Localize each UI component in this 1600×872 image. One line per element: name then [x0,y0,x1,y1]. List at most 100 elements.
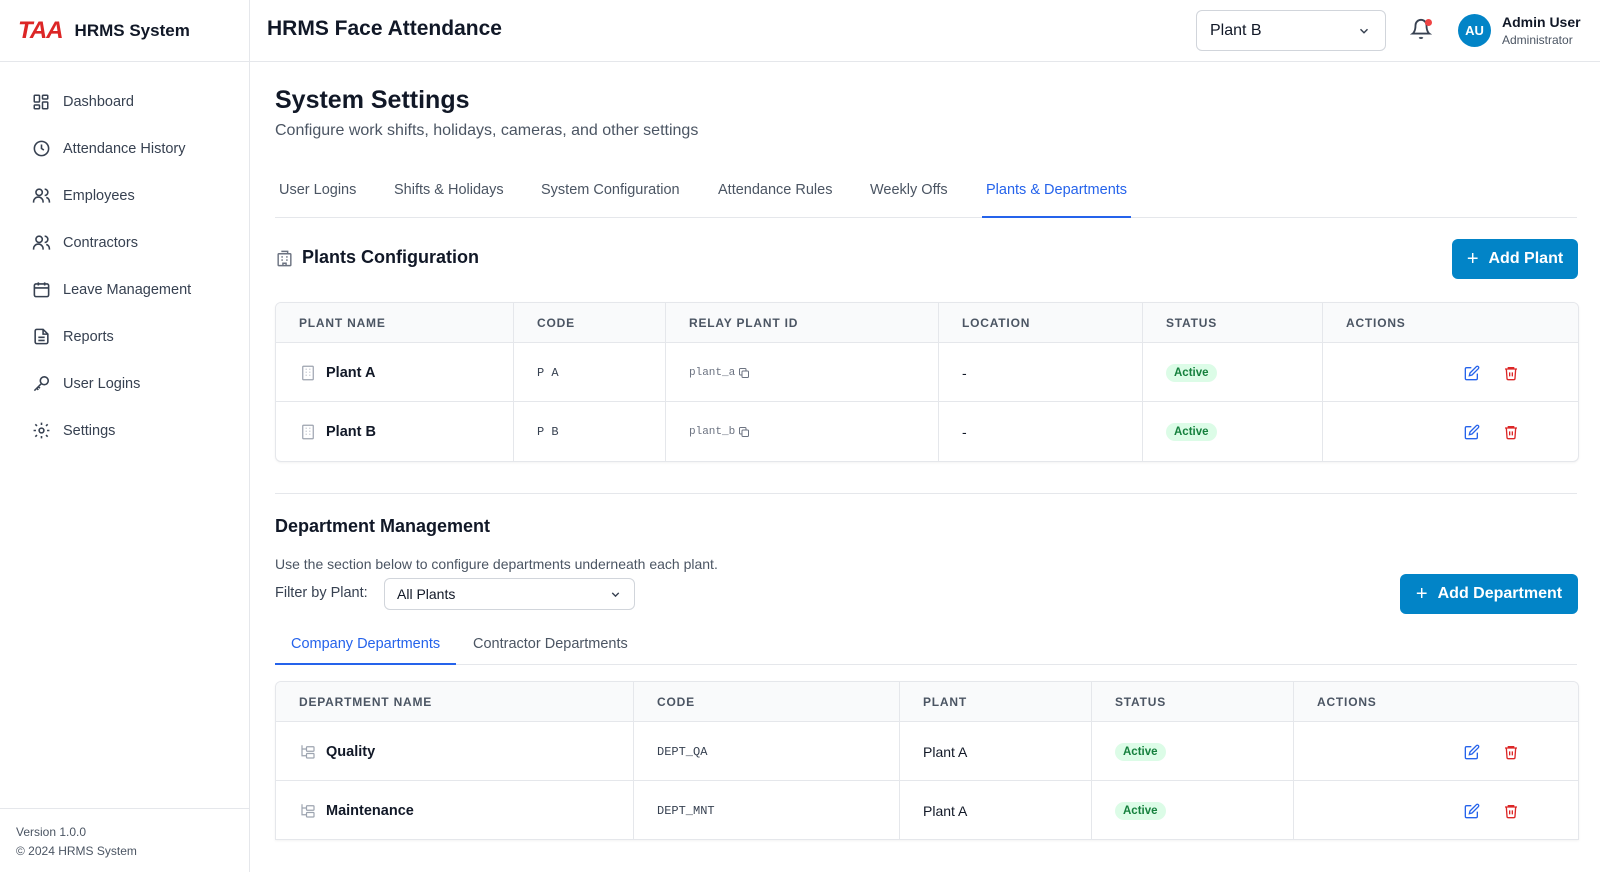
col-code: CODE [657,695,695,709]
brand-logo: TAA [18,16,64,44]
sidebar-item-attendance-history[interactable]: Attendance History [0,125,249,172]
copyright-text: © 2024 HRMS System [16,844,137,858]
tab-attendance-rules[interactable]: Attendance Rules [718,168,832,218]
edit-icon[interactable] [1462,742,1482,762]
department-plant: Plant A [923,743,968,760]
tab-plants-departments[interactable]: Plants & Departments [982,168,1132,218]
col-plant-name: PLANT NAME [299,316,386,330]
tab-user-logins[interactable]: User Logins [279,168,356,218]
avatar[interactable]: AU [1458,14,1491,47]
users-icon [30,185,52,207]
col-department-name: DEPARTMENT NAME [299,695,433,709]
status-badge: Active [1166,363,1217,382]
add-plant-button[interactable]: + Add Plant [1452,239,1578,279]
department-subtabs: Company Departments Contractor Departmen… [275,627,1577,665]
departments-section-title: Department Management [275,516,491,536]
department-name: Maintenance [326,802,414,819]
plants-section-title: Plants Configuration [302,247,479,267]
plants-table-header: PLANT NAME CODE RELAY PLANT ID LOCATION … [276,303,1578,343]
add-department-button[interactable]: + Add Department [1400,574,1578,614]
sidebar-item-label: Reports [63,328,114,345]
col-actions: ACTIONS [1317,695,1377,709]
key-icon [30,373,52,395]
plant-code: P A [537,365,559,380]
copy-icon[interactable] [738,426,750,438]
building-icon [275,249,294,273]
plant-selector-value: Plant B [1210,21,1262,39]
status-badge: Active [1115,801,1166,820]
trash-icon[interactable] [1501,363,1521,383]
trash-icon[interactable] [1501,422,1521,442]
tab-company-departments[interactable]: Company Departments [275,627,457,665]
table-row: Maintenance DEPT_MNT Plant A Active [276,781,1578,840]
sidebar-item-label: Employees [63,187,135,204]
plant-filter-value: All Plants [397,586,456,602]
edit-icon[interactable] [1462,422,1482,442]
plant-selector[interactable]: Plant B [1196,10,1386,51]
settings-tabs: User Logins Shifts & Holidays System Con… [275,168,1577,218]
plant-location: - [962,364,967,381]
sidebar: TAA HRMS System Dashboard Attendance His… [0,0,250,872]
calendar-icon [30,279,52,301]
plant-name: Plant B [326,423,376,440]
plus-icon: + [1466,248,1479,270]
user-name: Admin User [1502,14,1581,30]
chevron-down-icon [609,588,622,604]
department-plant: Plant A [923,802,968,819]
department-code: DEPT_MNT [657,803,715,818]
col-status: STATUS [1115,695,1167,709]
brand-name: HRMS System [74,20,190,40]
page-title: System Settings [275,86,470,114]
sidebar-item-user-logins[interactable]: User Logins [0,360,249,407]
department-code: DEPT_QA [657,744,708,759]
filter-label: Filter by Plant: [275,585,368,601]
table-row: Quality DEPT_QA Plant A Active [276,722,1578,781]
sidebar-item-settings[interactable]: Settings [0,407,249,454]
plants-table: PLANT NAME CODE RELAY PLANT ID LOCATION … [275,302,1579,462]
file-text-icon [30,326,52,348]
col-actions: ACTIONS [1346,316,1406,330]
trash-icon[interactable] [1501,742,1521,762]
relay-plant-id: plant_a [689,366,736,379]
brand: TAA HRMS System [0,0,249,62]
sidebar-item-leave-management[interactable]: Leave Management [0,266,249,313]
status-badge: Active [1115,742,1166,761]
departments-table: DEPARTMENT NAME CODE PLANT STATUS ACTION… [275,681,1579,840]
departments-table-header: DEPARTMENT NAME CODE PLANT STATUS ACTION… [276,682,1578,722]
edit-icon[interactable] [1462,363,1482,383]
table-row: Plant A P A plant_a - Active [276,343,1578,402]
sidebar-item-employees[interactable]: Employees [0,172,249,219]
department-tree-icon [299,743,317,761]
sidebar-item-label: Settings [63,422,116,439]
edit-icon[interactable] [1462,801,1482,821]
building-icon [299,364,317,382]
col-location: LOCATION [962,316,1031,330]
dashboard-grid-icon [30,91,52,113]
trash-icon[interactable] [1501,801,1521,821]
tab-shifts-holidays[interactable]: Shifts & Holidays [394,168,504,218]
sidebar-item-label: Attendance History [63,140,186,157]
notification-dot [1425,19,1432,26]
sidebar-item-label: Dashboard [63,93,134,110]
tab-system-configuration[interactable]: System Configuration [541,168,680,218]
col-code: CODE [537,316,575,330]
sidebar-item-reports[interactable]: Reports [0,313,249,360]
tab-weekly-offs[interactable]: Weekly Offs [870,168,948,218]
notifications-button[interactable] [1409,18,1434,42]
sidebar-item-dashboard[interactable]: Dashboard [0,78,249,125]
plant-filter-select[interactable]: All Plants [384,578,635,610]
app-title: HRMS Face Attendance [267,17,502,40]
main-content: System Settings Configure work shifts, h… [250,62,1600,872]
relay-plant-id: plant_b [689,425,736,438]
version-info: Version 1.0.0 © 2024 HRMS System [0,808,249,872]
plant-code: P B [537,424,559,439]
tab-contractor-departments[interactable]: Contractor Departments [473,627,628,665]
sidebar-item-contractors[interactable]: Contractors [0,219,249,266]
version-text: Version 1.0.0 [16,825,87,839]
table-row: Plant B P B plant_b - Active [276,402,1578,461]
sidebar-nav: Dashboard Attendance History Employees C… [0,62,249,454]
plus-icon: + [1415,583,1428,605]
plant-location: - [962,423,967,440]
col-relay-plant-id: RELAY PLANT ID [689,316,799,330]
copy-icon[interactable] [738,367,750,379]
